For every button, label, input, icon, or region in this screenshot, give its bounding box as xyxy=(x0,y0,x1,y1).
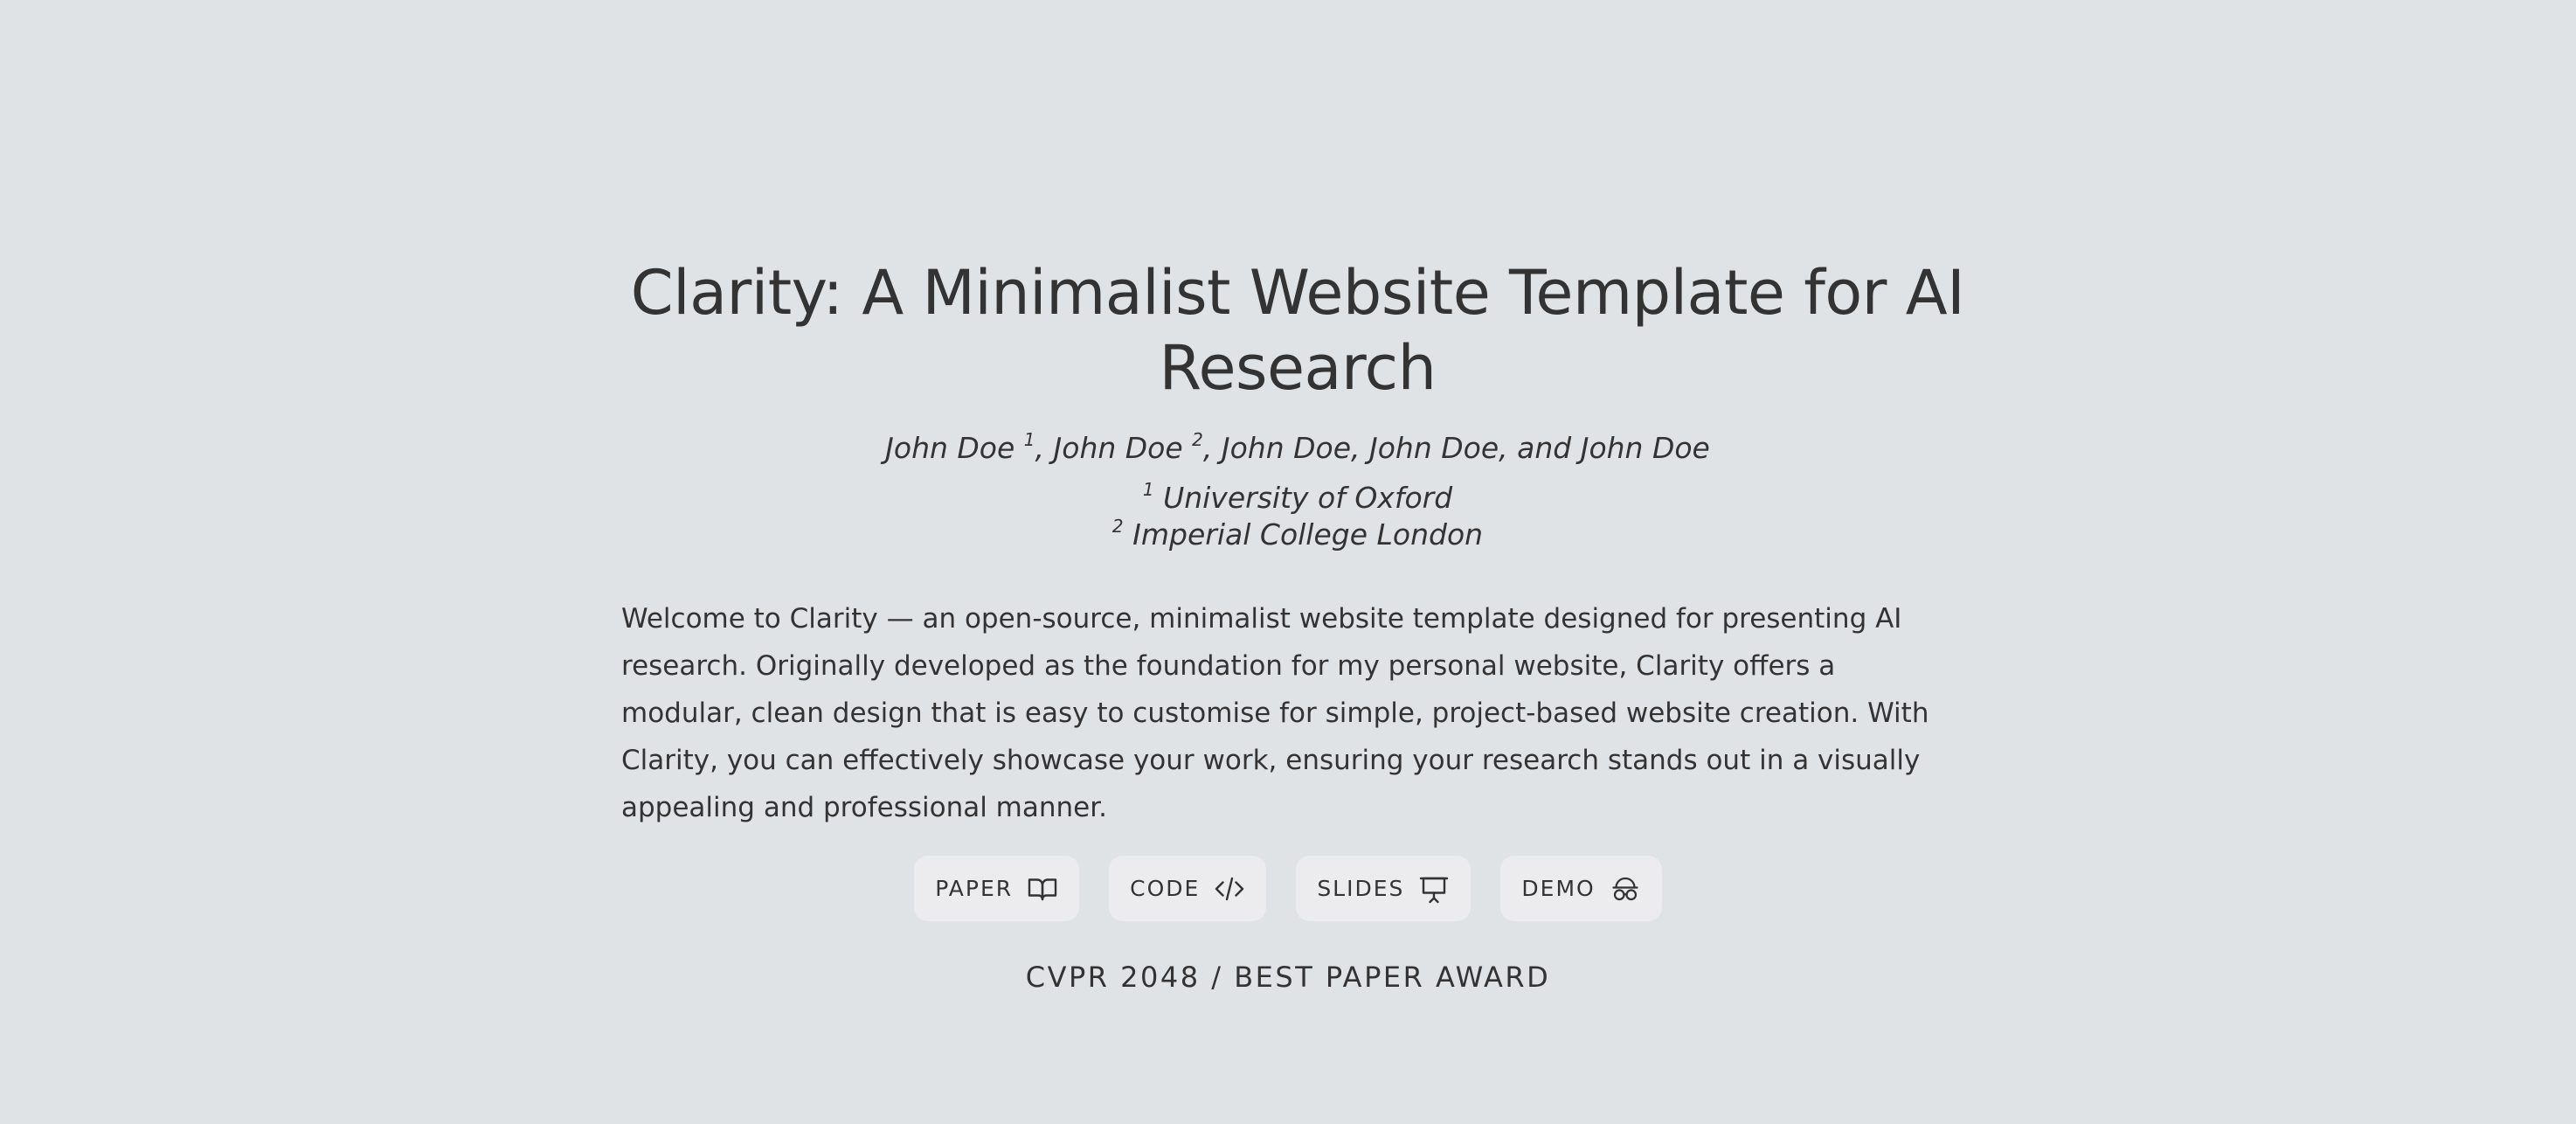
incognito-icon xyxy=(1612,877,1638,900)
code-icon xyxy=(1215,877,1244,900)
demo-button-label: DEMO xyxy=(1521,876,1596,901)
affiliation-list: 1 University of Oxford 2 Imperial Colleg… xyxy=(612,480,1984,553)
award-text: CVPR 2048 / BEST PAPER AWARD xyxy=(1025,961,1551,994)
affiliation-name: Imperial College London xyxy=(1132,517,1484,552)
intro-paragraph: Welcome to Clarity — an open-source, min… xyxy=(621,603,1929,823)
paper-button-label: PAPER xyxy=(935,876,1014,901)
affiliation: 2 Imperial College London xyxy=(612,517,1984,553)
author-list-rest: , John Doe, John Doe, and John Doe xyxy=(1202,431,1710,465)
slides-button[interactable]: SLIDES xyxy=(1296,856,1472,921)
affiliation: 1 University of Oxford xyxy=(612,480,1984,517)
author-affiliation-marker: 2 xyxy=(1192,429,1203,450)
author-affiliation-marker: 1 xyxy=(1023,429,1035,450)
paper-button[interactable]: PAPER xyxy=(914,856,1080,921)
link-buttons: PAPER CODE SLIDES DEMO xyxy=(0,856,2576,921)
author-name: John Doe xyxy=(1053,431,1183,465)
affiliation-marker: 2 xyxy=(1111,516,1124,537)
affiliation-name: University of Oxford xyxy=(1163,481,1453,515)
demo-button[interactable]: DEMO xyxy=(1500,856,1662,921)
page-title: Clarity: A Minimalist Website Template f… xyxy=(630,257,1965,404)
slides-button-label: SLIDES xyxy=(1317,876,1405,901)
author-list: John Doe 1, John Doe 2, John Doe, John D… xyxy=(885,429,1710,465)
book-open-icon xyxy=(1028,878,1057,900)
author-name: John Doe xyxy=(885,431,1015,465)
code-button[interactable]: CODE xyxy=(1109,856,1267,921)
code-button-label: CODE xyxy=(1130,876,1201,901)
affiliation-marker: 1 xyxy=(1142,479,1154,500)
presentation-icon xyxy=(1420,877,1449,903)
page: Clarity: A Minimalist Website Template f… xyxy=(0,0,2576,1124)
